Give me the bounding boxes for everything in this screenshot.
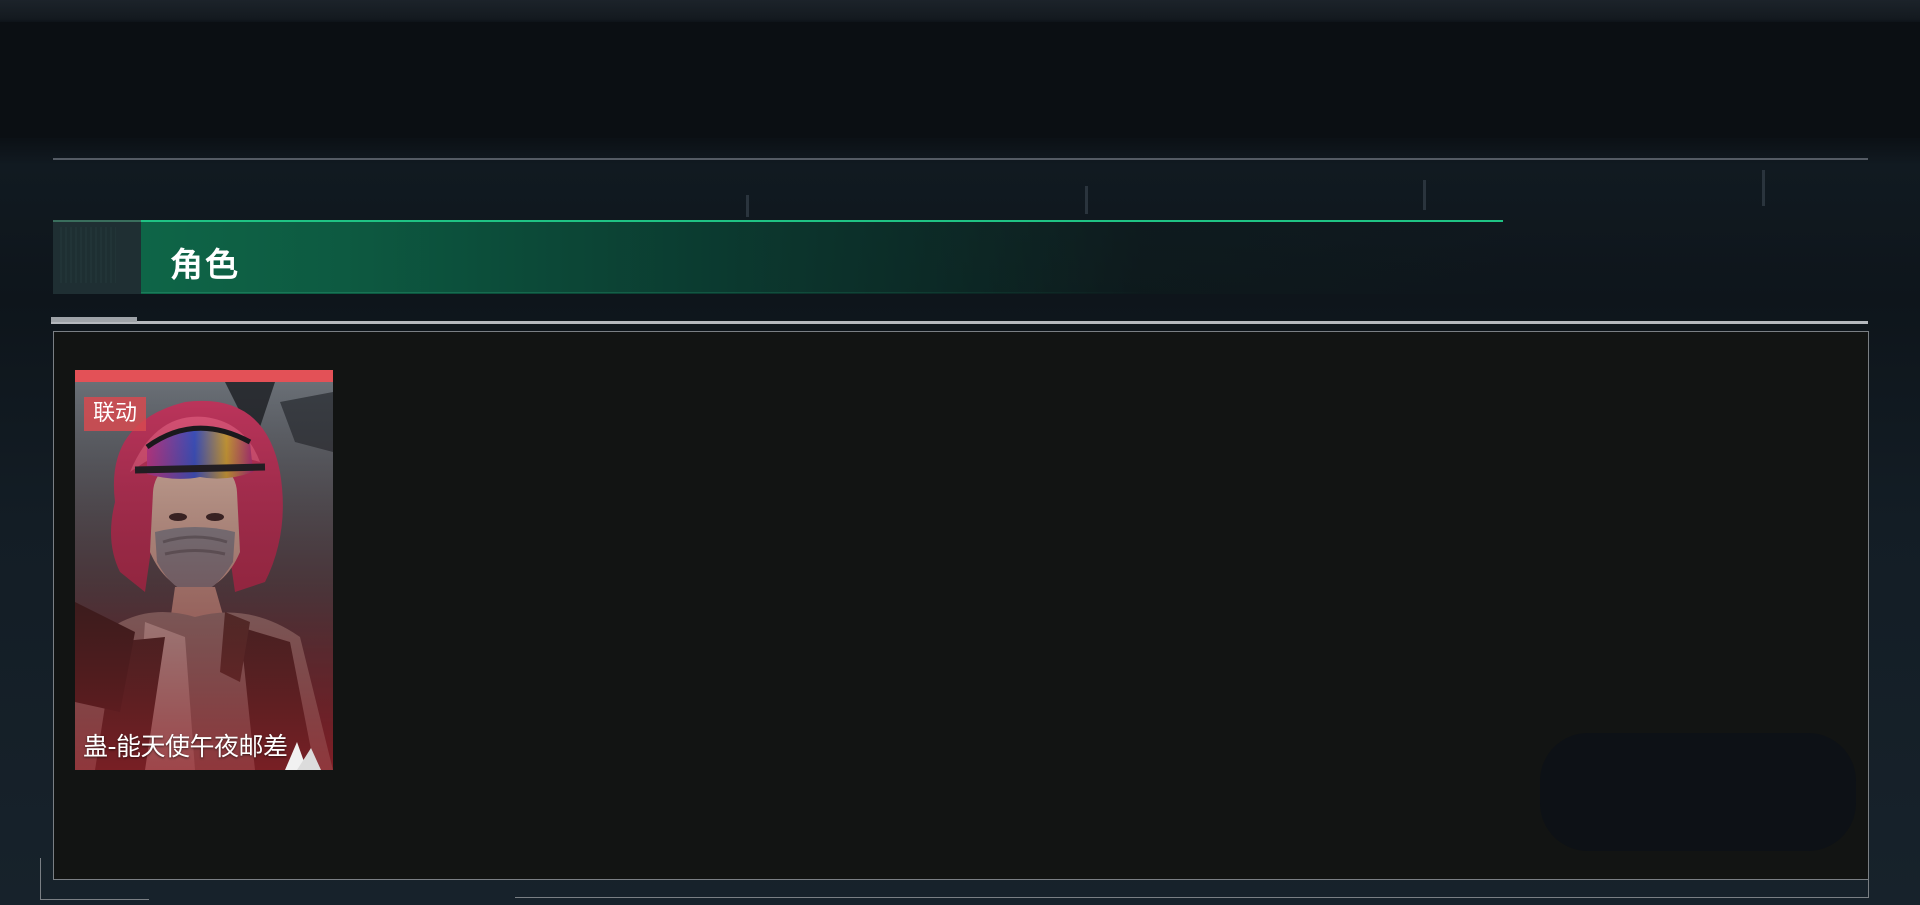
section-title: 角色 [170, 245, 240, 284]
tab-underline [51, 321, 1868, 324]
character-card[interactable]: 联动 蛊-能天使午夜邮差 [75, 370, 333, 770]
section-header-pattern [60, 227, 116, 283]
section-header-underline [53, 292, 1153, 293]
game-inventory-page: 角色 联动 蛊-能天使午夜邮差 [0, 0, 1920, 905]
section-header [53, 220, 1503, 294]
background-streak [1085, 186, 1088, 214]
panel-corner-frame [40, 858, 149, 900]
panel-bottom-frame [515, 897, 1869, 898]
floating-overlay [1540, 733, 1856, 851]
card-rarity-bar [75, 370, 333, 382]
background-streak [1423, 180, 1426, 210]
top-bar [0, 22, 1920, 138]
background-streak [1762, 170, 1765, 206]
collab-badge: 联动 [84, 397, 147, 431]
character-portrait [75, 382, 333, 770]
character-name: 蛊-能天使午夜邮差 [83, 732, 288, 761]
panel-corner-frame [1868, 858, 1869, 898]
top-divider [53, 158, 1868, 160]
tab-active-indicator [51, 317, 137, 322]
background-streak [746, 195, 749, 217]
